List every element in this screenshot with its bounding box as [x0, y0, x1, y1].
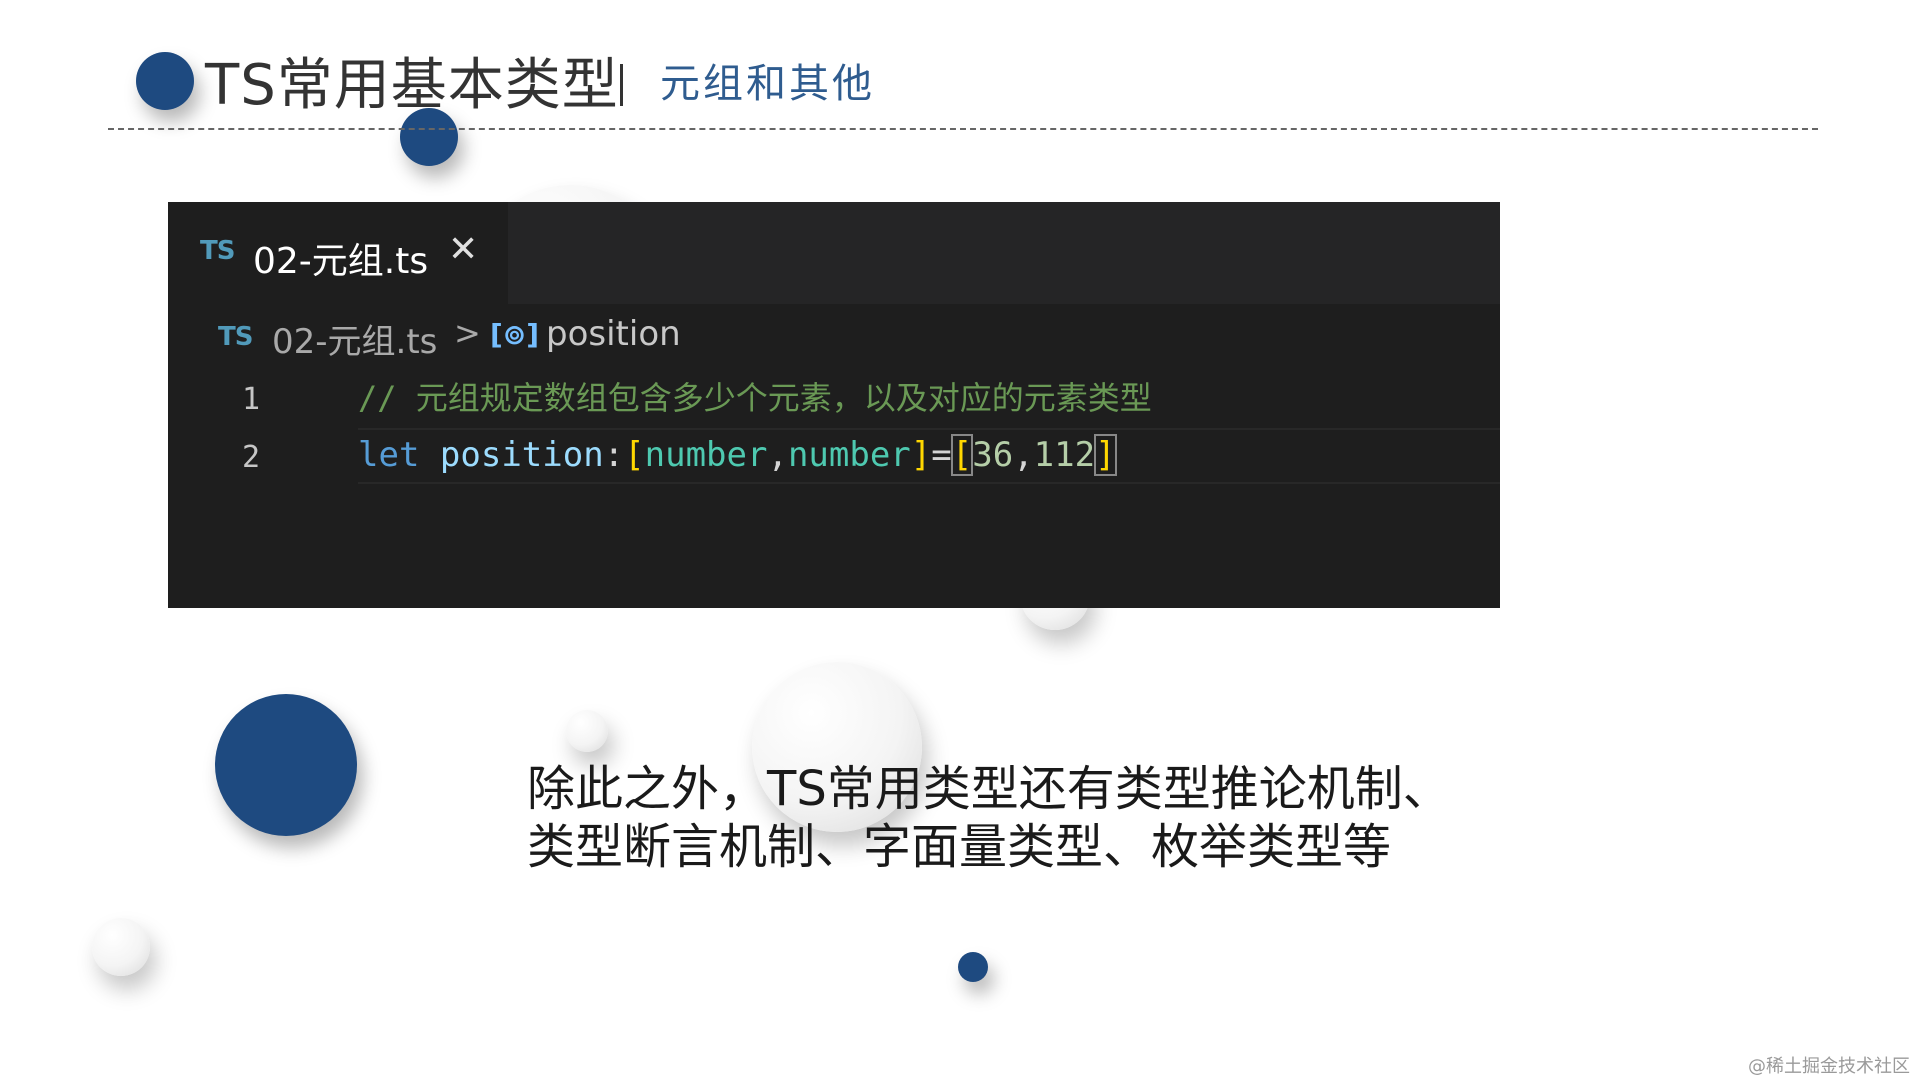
breadcrumb-symbol[interactable]: position [546, 314, 681, 354]
code-bracket-matched: [ [950, 434, 974, 476]
code-type: number [644, 435, 768, 475]
decor-navy-dot-title-2 [400, 108, 458, 166]
code-type: number [787, 435, 911, 475]
line-number: 1 [241, 382, 260, 417]
decor-white-ball-small [566, 710, 608, 752]
decor-navy-dot-title [136, 52, 194, 110]
decor-navy-circle-large [215, 694, 357, 836]
title-separator [620, 64, 623, 106]
header-divider [108, 128, 1818, 130]
variable-symbol-icon: [⊚] [490, 318, 540, 351]
page-subtitle: 元组和其他 [660, 61, 875, 107]
body-line-1: 除此之外，TS常用类型还有类型推论机制、 [527, 761, 1451, 817]
ts-file-icon: TS [200, 236, 235, 266]
decor-navy-dot-bottom [958, 952, 988, 982]
watermark: @稀土掘金技术社区 [1748, 1056, 1910, 1077]
code-equals: = [931, 435, 952, 475]
code-bracket: [ [624, 435, 645, 475]
breadcrumb-file[interactable]: 02-元组.ts [272, 314, 437, 363]
breadcrumb-ts-file-icon: TS [218, 322, 253, 352]
line-number: 2 [241, 440, 260, 475]
page-title: TS常用基本类型 [205, 53, 619, 118]
code-number: 112 [1033, 435, 1096, 475]
code-colon: : [603, 435, 625, 475]
tab-label: 02-元组.ts [253, 241, 429, 282]
code-bracket: ] [910, 435, 932, 475]
code-keyword: let [358, 435, 420, 475]
code-line-2[interactable]: let position:[number,number]=[36,112] [358, 434, 1117, 476]
code-editor-screenshot: TS 02-元组.ts ✕ TS 02-元组.ts > [⊚] position… [168, 202, 1500, 608]
body-line-2: 类型断言机制、字面量类型、枚举类型等 [527, 819, 1392, 875]
code-bracket-matched: ] [1094, 434, 1117, 476]
close-icon[interactable]: ✕ [448, 232, 478, 268]
body-paragraph: 除此之外，TS常用类型还有类型推论机制、 类型断言机制、字面量类型、枚举类型等 [527, 760, 1451, 876]
code-comment[interactable]: // 元组规定数组包含多少个元素，以及对应的元素类型 [358, 382, 1152, 414]
code-variable: position [439, 435, 604, 475]
code-number: 36 [972, 435, 1014, 475]
editor-tab[interactable]: TS 02-元组.ts ✕ [168, 202, 508, 304]
code-comma: , [767, 435, 788, 475]
decor-white-ball-bottom-left [92, 918, 150, 976]
chevron-right-icon: > [454, 314, 481, 352]
code-comma: , [1013, 435, 1034, 475]
